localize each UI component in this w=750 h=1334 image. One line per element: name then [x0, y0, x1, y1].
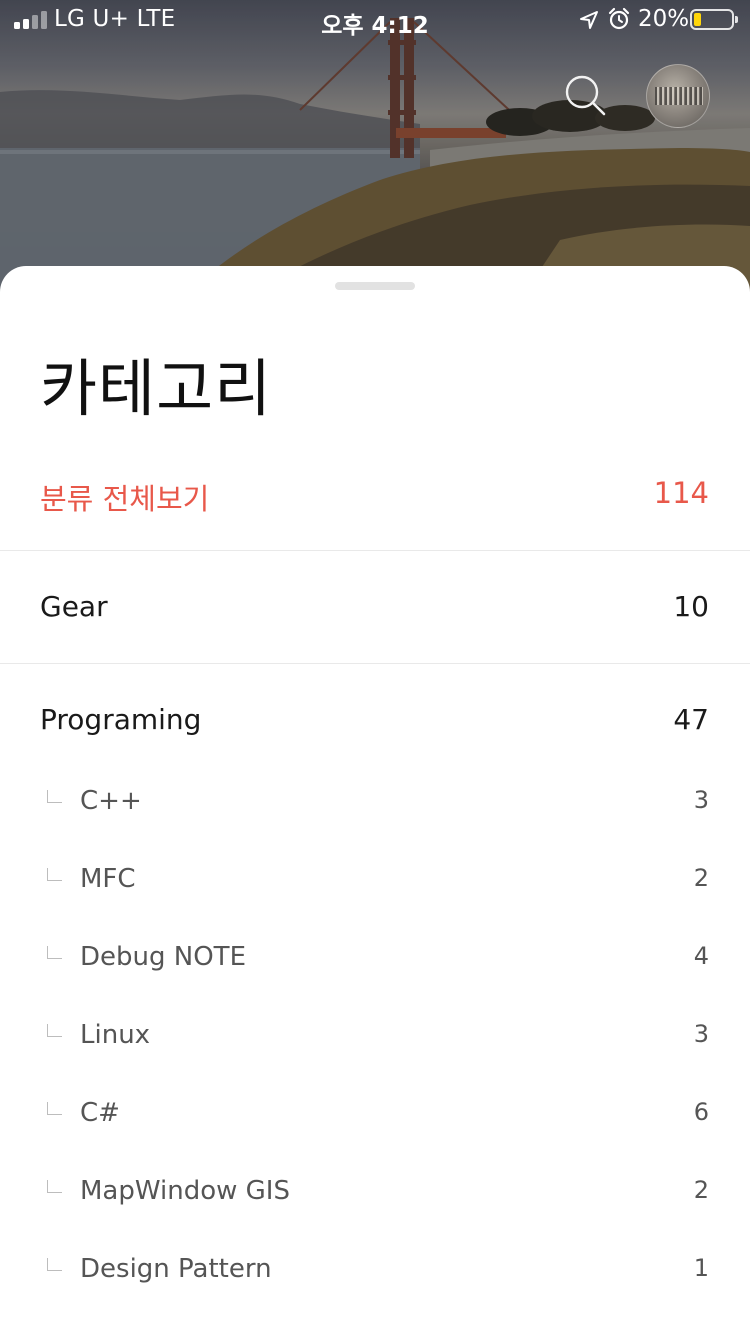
- alarm-clock-icon: [607, 7, 631, 37]
- tree-branch-icon: [47, 868, 62, 881]
- category-count: 10: [673, 590, 709, 623]
- tree-branch-icon: [47, 1102, 62, 1115]
- sheet-grabber[interactable]: [335, 282, 415, 290]
- subcategory-label: Linux: [80, 1020, 151, 1050]
- subcategory-label: C#: [80, 1098, 120, 1128]
- category-all-count: 114: [653, 476, 709, 510]
- tree-branch-icon: [47, 1258, 62, 1271]
- category-label: Gear: [40, 590, 108, 623]
- divider: [0, 663, 750, 664]
- subcategory-label: MFC: [80, 864, 136, 894]
- tree-branch-icon: [47, 946, 62, 959]
- subcategory-row-mapwindow-gis[interactable]: MapWindow GIS 2: [0, 1176, 750, 1212]
- subcategory-count: 1: [693, 1254, 709, 1282]
- subcategory-count: 2: [693, 1176, 709, 1204]
- subcategory-label: Design Pattern: [80, 1254, 272, 1284]
- status-bar: LG U+ LTE 오후 4:12 20%: [0, 0, 750, 40]
- search-icon: [565, 75, 606, 116]
- tree-branch-icon: [47, 1024, 62, 1037]
- subcategory-row-cpp[interactable]: C++ 3: [0, 786, 750, 822]
- category-all-label: 분류 전체보기: [40, 482, 210, 516]
- category-row-gear[interactable]: Gear 10: [0, 590, 750, 630]
- category-count: 47: [673, 703, 709, 736]
- subcategory-label: Debug NOTE: [80, 942, 246, 972]
- subcategory-count: 6: [693, 1098, 709, 1126]
- category-label: Programing: [40, 703, 202, 736]
- tree-branch-icon: [47, 790, 62, 803]
- subcategory-row-debug-note[interactable]: Debug NOTE 4: [0, 942, 750, 978]
- search-button[interactable]: [562, 72, 608, 118]
- subcategory-label: MapWindow GIS: [80, 1176, 290, 1206]
- header-photo: [0, 0, 750, 300]
- category-row-programing[interactable]: Programing 47: [0, 703, 750, 743]
- avatar-image: [655, 87, 703, 105]
- battery-percentage: 20%: [638, 6, 690, 32]
- subcategory-count: 3: [693, 1020, 709, 1048]
- page-title: 카테고리: [40, 352, 273, 425]
- subcategory-row-linux[interactable]: Linux 3: [0, 1020, 750, 1056]
- tree-branch-icon: [47, 1180, 62, 1193]
- subcategory-row-csharp[interactable]: C# 6: [0, 1098, 750, 1134]
- subcategory-count: 4: [693, 942, 709, 970]
- subcategory-row-design-pattern[interactable]: Design Pattern 1: [0, 1254, 750, 1290]
- subcategory-row-mfc[interactable]: MFC 2: [0, 864, 750, 900]
- category-sheet: 카테고리 분류 전체보기 114 Gear 10 Programing 47 C…: [0, 266, 750, 1334]
- divider: [0, 550, 750, 551]
- subcategory-count: 2: [693, 864, 709, 892]
- subcategory-label: C++: [80, 786, 142, 816]
- battery-icon: [690, 9, 738, 30]
- profile-avatar[interactable]: [646, 64, 710, 128]
- category-all-row[interactable]: 분류 전체보기 114: [0, 476, 750, 516]
- location-arrow-icon: [578, 9, 600, 37]
- battery-level-fill: [694, 13, 701, 26]
- subcategory-count: 3: [693, 786, 709, 814]
